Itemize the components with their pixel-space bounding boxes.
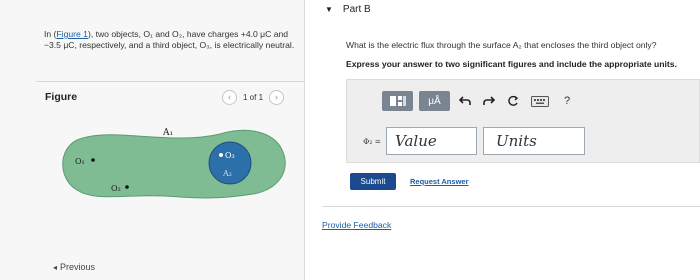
redo-icon[interactable] <box>480 91 498 111</box>
object-o3-label: O₃ <box>225 151 235 160</box>
prev-figure-button[interactable]: ‹ <box>222 89 237 105</box>
template-button[interactable] <box>382 91 413 111</box>
problem-statement: In (Figure 1), two objects, O₁ and O₂, h… <box>44 29 299 51</box>
object-o3-dot <box>219 153 223 157</box>
part-header[interactable]: ▼ Part B <box>325 4 371 15</box>
instruction-text: Express your answer to two significant f… <box>346 59 677 69</box>
surface-a1-label: A₁ <box>162 128 173 138</box>
units-input[interactable]: Units <box>483 127 585 155</box>
reset-icon[interactable] <box>504 91 522 111</box>
undo-icon[interactable] <box>456 91 474 111</box>
answer-toolbar: μÅ ? <box>382 90 576 112</box>
request-answer-link[interactable]: Request Answer <box>410 177 469 186</box>
previous-label: Previous <box>60 262 96 272</box>
figure-link[interactable]: Figure 1 <box>56 29 88 39</box>
value-input[interactable]: Value <box>386 127 477 155</box>
object-o1-dot <box>91 158 95 162</box>
answer-box: μÅ ? Φ₂ = Value Units <box>346 79 700 163</box>
object-o2-dot <box>125 185 129 189</box>
part-title: Part B <box>342 4 371 15</box>
help-icon[interactable]: ? <box>558 91 576 111</box>
next-figure-button[interactable]: › <box>269 89 285 105</box>
collapse-caret-icon[interactable]: ▼ <box>325 5 333 14</box>
template-icon <box>389 96 406 106</box>
question-text: What is the electric flux through the su… <box>346 40 657 50</box>
flux-symbol-label: Φ₂ = <box>363 136 381 146</box>
surface-a1-shape <box>62 129 286 199</box>
keyboard-icon[interactable] <box>528 91 552 111</box>
figure-label: Figure <box>45 91 78 103</box>
submit-button[interactable]: Submit <box>350 173 396 190</box>
surface-a2-label: A₂ <box>222 169 232 178</box>
pager-text: 1 of 1 <box>243 92 264 102</box>
figure-diagram: A₁ O₃ A₂ O₁ O₂ <box>62 128 286 199</box>
previous-button[interactable]: ◂ Previous <box>53 262 95 272</box>
divider <box>322 206 700 207</box>
problem-panel: In (Figure 1), two objects, O₁ and O₂, h… <box>0 0 305 280</box>
object-o1-label: O₁ <box>75 157 85 166</box>
problem-prefix: In ( <box>44 29 57 39</box>
units-button[interactable]: μÅ <box>419 91 450 111</box>
object-o2-label: O₂ <box>111 184 121 193</box>
divider <box>36 81 304 82</box>
provide-feedback-link[interactable]: Provide Feedback <box>322 220 391 230</box>
answer-input-row: Φ₂ = Value Units <box>349 127 585 155</box>
figure-pager: ‹ 1 of 1 › <box>222 89 285 105</box>
chevron-left-icon: ◂ <box>53 262 58 272</box>
